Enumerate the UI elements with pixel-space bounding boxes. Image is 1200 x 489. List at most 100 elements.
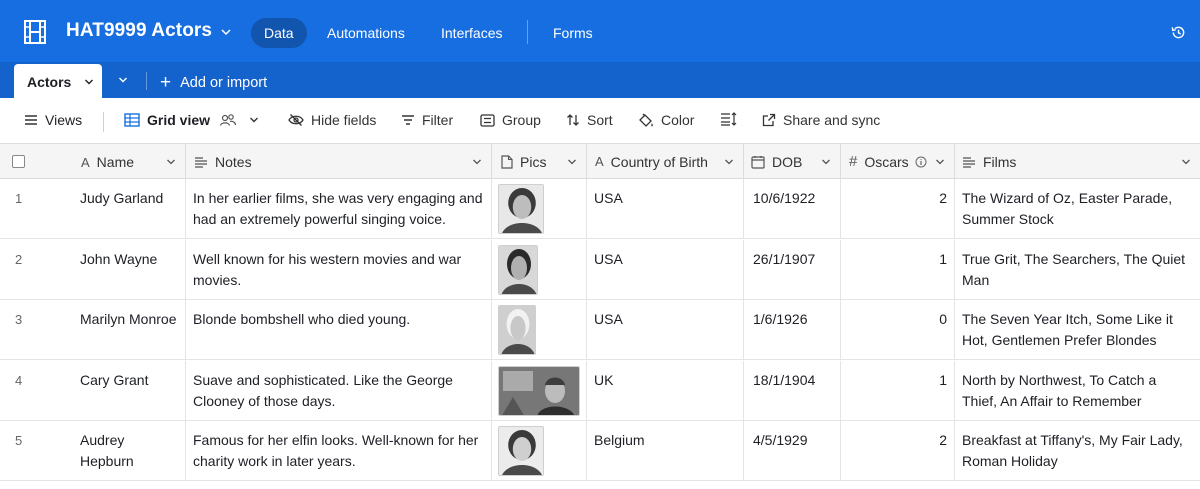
chevron-down-icon[interactable] [567,157,577,167]
cell-country[interactable]: UK [587,360,744,421]
nav-forms[interactable]: Forms [540,18,606,48]
cell-name-line-1: Judy Garland [80,190,164,206]
chevron-down-icon[interactable] [84,77,94,87]
column-header-name[interactable]: A Name [81,154,134,170]
film-icon [24,20,46,44]
cell-country[interactable]: USA [587,179,744,239]
eye-slash-icon [288,114,304,126]
cell-notes-line-1: Blonde bombshell who died young. [193,311,411,327]
column-header-pics[interactable]: Pics [492,144,587,179]
long-text-icon [195,156,207,168]
cell-notes[interactable]: In her earlier films, she was very engag… [186,179,492,239]
chevron-down-icon[interactable] [724,157,734,167]
cell-dob[interactable]: 4/5/1929 [744,421,841,481]
cell-dob[interactable]: 1/6/1926 [744,300,841,360]
table-row[interactable]: 5 Audrey Hepburn Famous for her elfin lo… [0,421,1200,481]
cell-pics[interactable] [492,179,587,239]
row-number: 1 [15,191,23,206]
info-icon[interactable] [915,156,927,168]
cell-films-line-1: Breakfast at Tiffany's, My Fair Lady, [962,432,1183,448]
cell-films-line-2: Man [962,271,990,288]
column-header-dob[interactable]: DOB [744,144,841,179]
chevron-down-icon[interactable] [821,157,831,167]
nav-automations[interactable]: Automations [314,18,418,48]
cell-name[interactable]: Cary Grant [66,360,186,421]
chevron-down-icon[interactable] [935,157,945,167]
cell-name[interactable]: Marilyn Monroe [66,300,186,360]
share-and-sync-button[interactable]: Share and sync [762,112,880,128]
base-title[interactable]: HAT9999 Actors [66,20,212,42]
row-number: 3 [15,312,23,327]
photo-thumbnail[interactable] [498,365,580,416]
column-films-label: Films [983,153,1017,170]
tables-menu-chevron-icon[interactable] [118,75,128,85]
nav-interfaces[interactable]: Interfaces [428,18,515,48]
cell-pics[interactable] [492,239,587,300]
chevron-down-icon[interactable] [249,115,259,125]
cell-notes[interactable]: Famous for her elfin looks. Well-known f… [186,421,492,481]
column-header-oscars[interactable]: # Oscars [841,144,955,179]
views-button[interactable]: Views [24,112,82,128]
cell-oscars[interactable]: 1 [841,360,955,421]
table-row[interactable]: 2 John Wayne Well known for his western … [0,239,1200,300]
photo-thumbnail[interactable] [498,184,544,234]
cell-country[interactable]: USA [587,239,744,300]
cell-name[interactable]: Judy Garland [66,179,186,239]
filter-label: Filter [422,112,454,128]
cell-name[interactable]: Audrey Hepburn [66,421,186,481]
column-header-films[interactable]: Films [955,144,1200,179]
column-header-notes[interactable]: Notes [186,144,492,179]
cell-pics[interactable] [492,421,587,481]
table-row[interactable]: 1 Judy Garland In her earlier films, she… [0,179,1200,239]
cell-films[interactable]: True Grit, The Searchers, The Quiet Man [955,240,1200,300]
tabs-divider [146,72,147,90]
cell-pics[interactable] [492,300,587,360]
chevron-down-icon[interactable] [472,157,482,167]
cell-dob[interactable]: 18/1/1904 [744,360,841,421]
cell-notes[interactable]: Blonde bombshell who died young. [186,300,492,360]
cell-oscars[interactable]: 1 [841,239,955,300]
cell-notes[interactable]: Well known for his western movies and wa… [186,239,492,300]
chevron-down-icon[interactable] [220,26,232,38]
cell-films[interactable]: North by Northwest, To Catch a Thief, An… [955,361,1200,421]
tab-actors[interactable]: Actors [14,64,102,98]
grid-view-button[interactable]: Grid view [124,112,259,128]
history-icon[interactable] [1171,25,1186,40]
hide-fields-button[interactable]: Hide fields [288,112,376,128]
color-button[interactable]: Color [638,112,694,128]
cell-pics[interactable] [492,360,587,421]
cell-country[interactable]: Belgium [587,421,744,481]
cell-name[interactable]: John Wayne [66,239,186,300]
cell-notes[interactable]: Suave and sophisticated. Like the George… [186,360,492,421]
cell-oscars[interactable]: 2 [841,179,955,239]
cell-country[interactable]: USA [587,300,744,360]
grid-view-label: Grid view [147,112,211,128]
table-row[interactable]: 4 Cary Grant Suave and sophisticated. Li… [0,360,1200,421]
cell-oscars[interactable]: 2 [841,421,955,481]
filter-button[interactable]: Filter [401,112,453,128]
grid-icon [124,113,140,127]
cell-films[interactable]: Breakfast at Tiffany's, My Fair Lady, Ro… [955,421,1200,481]
grid-header: A Name Notes Pics A Country of Birth DOB… [0,144,1200,179]
group-button[interactable]: Group [480,112,541,128]
cell-name-line-1: John Wayne [80,250,158,267]
sort-button[interactable]: Sort [566,112,613,128]
table-row[interactable]: 3 Marilyn Monroe Blonde bombshell who di… [0,300,1200,360]
photo-thumbnail[interactable] [498,244,538,295]
photo-thumbnail[interactable] [498,426,544,476]
chevron-down-icon[interactable] [166,157,176,167]
add-or-import-button[interactable]: + Add or import [160,71,267,93]
chevron-down-icon[interactable] [1181,157,1191,167]
cell-dob[interactable]: 10/6/1922 [744,179,841,239]
paint-bucket-icon [639,113,653,127]
nav-data[interactable]: Data [251,18,307,48]
row-height-button[interactable] [720,112,744,126]
column-header-country[interactable]: A Country of Birth [587,144,744,179]
cell-dob[interactable]: 26/1/1907 [744,239,841,300]
cell-films[interactable]: The Wizard of Oz, Easter Parade, Summer … [955,179,1200,239]
filter-icon [402,115,414,125]
cell-oscars[interactable]: 0 [841,300,955,360]
cell-films[interactable]: The Seven Year Itch, Some Like it Hot, G… [955,300,1200,360]
photo-thumbnail[interactable] [498,305,536,355]
select-all-checkbox[interactable] [12,155,25,168]
